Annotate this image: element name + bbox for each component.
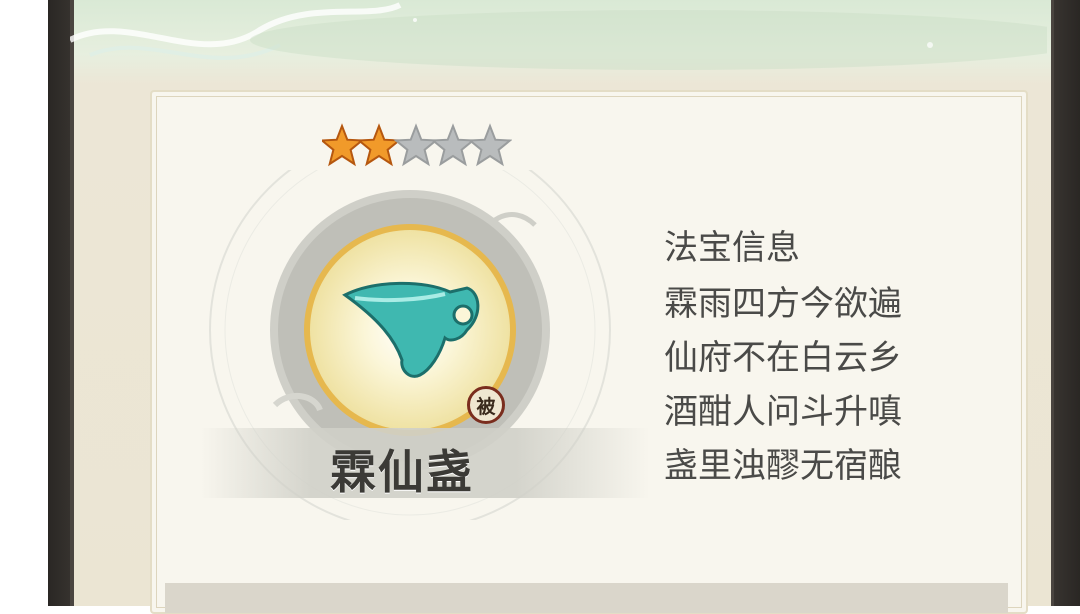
info-title: 法宝信息 bbox=[664, 228, 800, 268]
star-filled-icon bbox=[322, 123, 365, 167]
star-empty-icon bbox=[393, 123, 439, 167]
item-poem: 霖雨四方今欲遍 仙府不在白云乡 酒酣人问斗升嗔 盏里浊醪无宿酿 bbox=[664, 280, 902, 496]
star-rating bbox=[322, 123, 512, 167]
item-name: 霖仙盏 bbox=[330, 445, 474, 499]
left-margin bbox=[0, 0, 48, 606]
star-empty-icon bbox=[467, 123, 512, 167]
poem-line: 仙府不在白云乡 bbox=[664, 338, 902, 378]
bottom-bar bbox=[165, 583, 1008, 613]
poem-line: 霖雨四方今欲遍 bbox=[664, 284, 902, 324]
star-filled-icon bbox=[356, 123, 402, 167]
passive-badge: 被 bbox=[467, 386, 505, 424]
poem-line: 酒酣人问斗升嗔 bbox=[664, 392, 902, 432]
star-empty-icon bbox=[430, 123, 476, 167]
poem-line: 盏里浊醪无宿酿 bbox=[664, 446, 902, 486]
cloud-banner-decoration bbox=[70, 0, 1047, 85]
